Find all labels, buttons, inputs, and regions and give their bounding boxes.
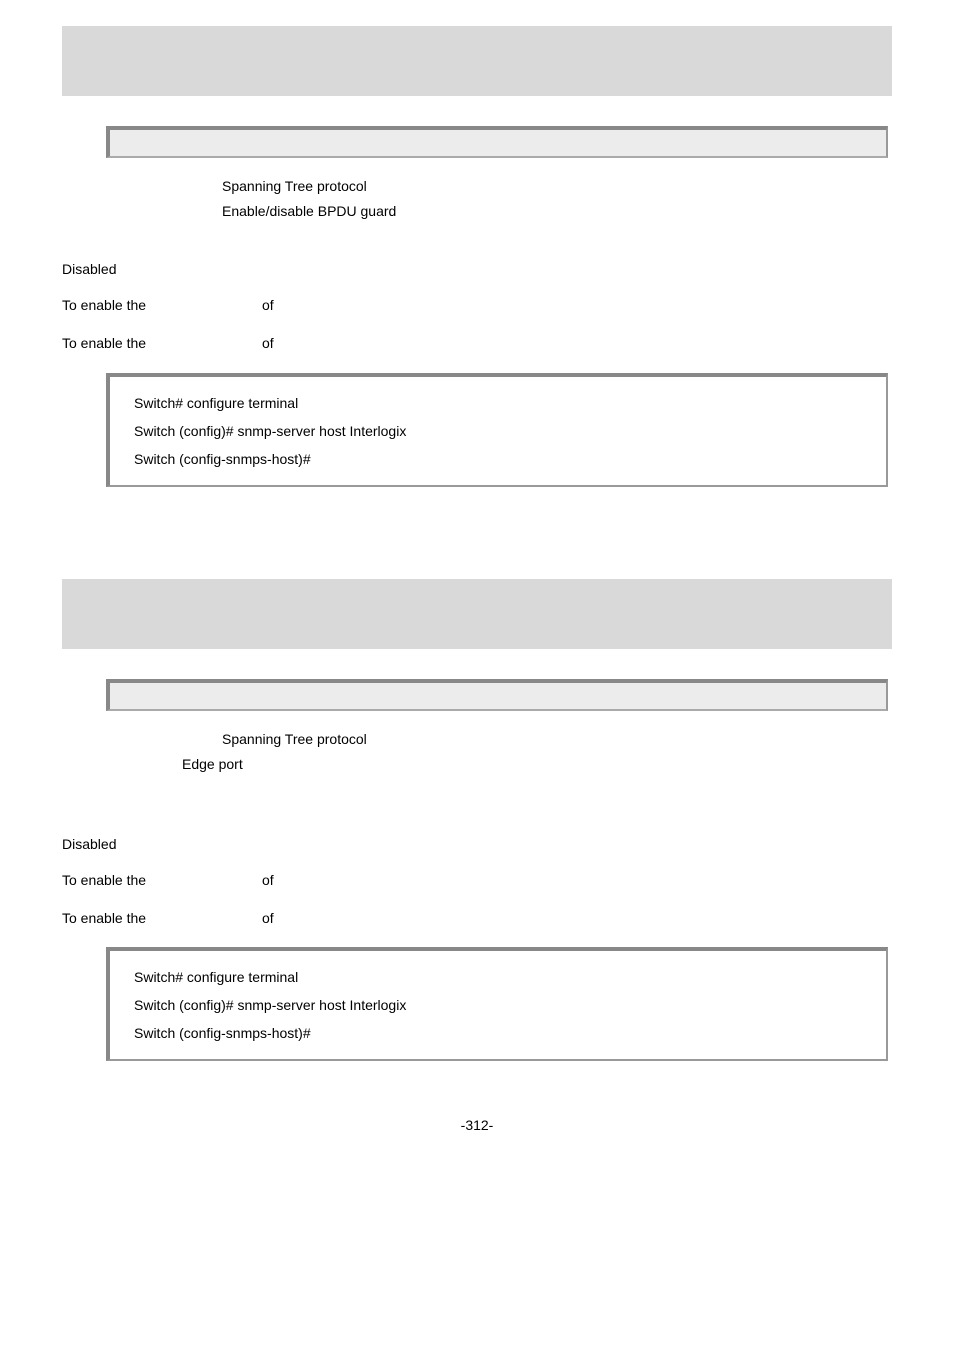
example-line-1-2: Switch (config)# snmp-server host Interl…: [134, 417, 862, 445]
kv-row-bpdu: Enable/disable BPDU guard: [106, 201, 892, 222]
enable-mid-1a: of: [262, 296, 892, 314]
section-header-band-2: [62, 579, 892, 649]
enable-row-2a: To enable the of: [62, 871, 892, 889]
syntax-box-2: [106, 679, 888, 711]
example-line-1-1: Switch# configure terminal: [134, 389, 862, 417]
syntax-box-1: [106, 126, 888, 158]
section-header-band-1: [62, 26, 892, 96]
enable-row-1a: To enable the of: [62, 296, 892, 314]
edge-port-label: Edge port: [182, 754, 892, 775]
disabled-text-2: Disabled: [62, 835, 892, 853]
example-line-2-3: Switch (config-snmps-host)#: [134, 1019, 862, 1047]
kv-row-edge: Edge port: [106, 754, 892, 775]
enable-left-1b: To enable the: [62, 334, 262, 352]
page-number: -312-: [62, 1117, 892, 1133]
enable-left-2b: To enable the: [62, 909, 262, 927]
example-line-2-2: Switch (config)# snmp-server host Interl…: [134, 991, 862, 1019]
enable-left-2a: To enable the: [62, 871, 262, 889]
enable-mid-1b: of: [262, 334, 892, 352]
kv-row-spanning-1: Spanning Tree protocol: [106, 176, 892, 197]
page-container: Spanning Tree protocol Enable/disable BP…: [0, 0, 954, 1163]
bpdu-guard-label: Enable/disable BPDU guard: [222, 201, 892, 222]
spanning-tree-label-1: Spanning Tree protocol: [222, 176, 892, 197]
spanning-tree-label-2: Spanning Tree protocol: [222, 729, 892, 750]
example-box-1: Switch# configure terminal Switch (confi…: [106, 373, 888, 487]
enable-mid-2a: of: [262, 871, 892, 889]
enable-mid-2b: of: [262, 909, 892, 927]
enable-row-1b: To enable the of: [62, 334, 892, 352]
example-box-2: Switch# configure terminal Switch (confi…: [106, 947, 888, 1061]
kv-row-spanning-2: Spanning Tree protocol: [106, 729, 892, 750]
disabled-text-1: Disabled: [62, 260, 892, 278]
enable-left-1a: To enable the: [62, 296, 262, 314]
example-line-2-1: Switch# configure terminal: [134, 963, 862, 991]
enable-row-2b: To enable the of: [62, 909, 892, 927]
example-line-1-3: Switch (config-snmps-host)#: [134, 445, 862, 473]
